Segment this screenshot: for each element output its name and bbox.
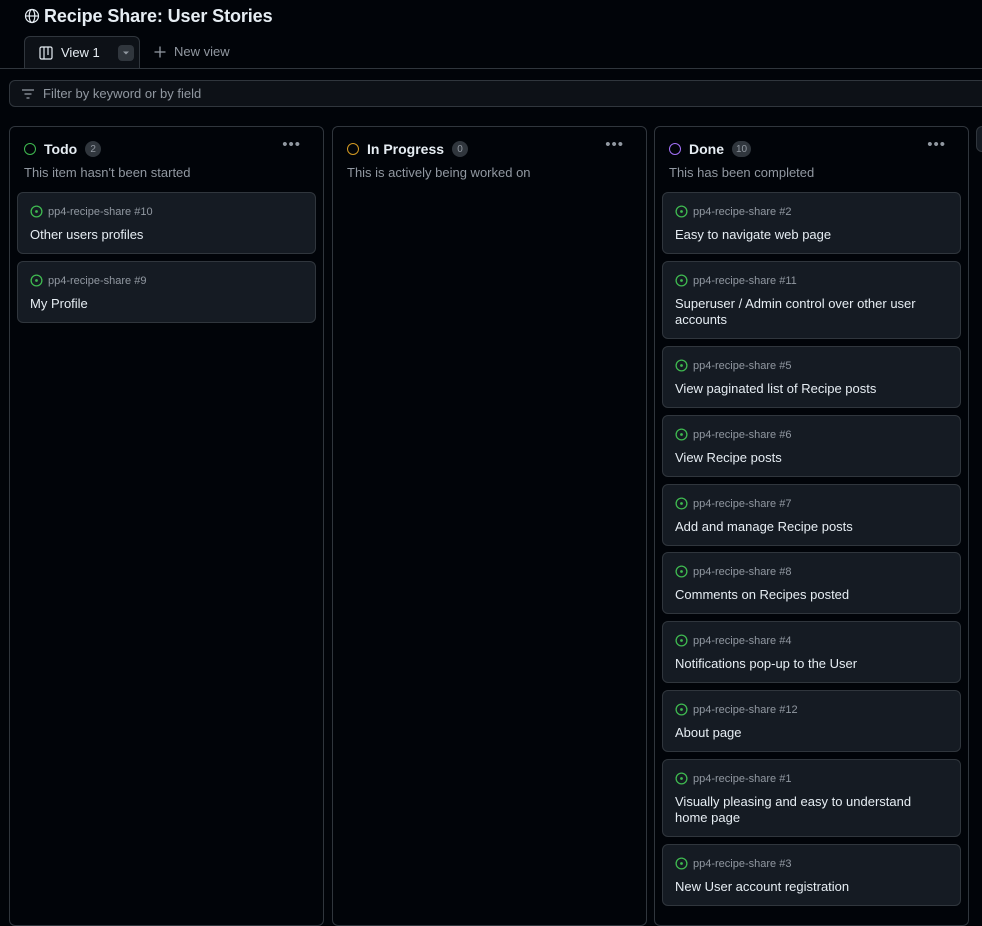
card[interactable]: pp4-recipe-share #5 View paginated list …: [662, 346, 961, 408]
issue-reference: pp4-recipe-share #6: [693, 428, 792, 441]
open-issue-icon: [675, 703, 688, 716]
plus-icon: [154, 46, 166, 58]
open-issue-icon: [675, 274, 688, 287]
column-count-badge: 0: [452, 141, 469, 157]
chevron-down-icon: [122, 51, 129, 54]
card-title[interactable]: View paginated list of Recipe posts: [675, 381, 946, 397]
column-count-badge: 10: [732, 141, 752, 157]
card-title[interactable]: Easy to navigate web page: [675, 227, 946, 243]
card-title[interactable]: Add and manage Recipe posts: [675, 519, 946, 535]
column-description: This is actively being worked on: [347, 165, 531, 180]
issue-reference: pp4-recipe-share #10: [48, 205, 153, 218]
tab-options-dropdown[interactable]: [117, 44, 134, 61]
issue-reference: pp4-recipe-share #3: [693, 857, 792, 870]
column-options-icon[interactable]: •••: [927, 137, 946, 153]
globe-icon: [24, 8, 40, 24]
card-title[interactable]: Superuser / Admin control over other use…: [675, 296, 946, 328]
issue-reference: pp4-recipe-share #9: [48, 274, 147, 287]
column-todo: Todo 2 ••• This item hasn't been started…: [9, 126, 324, 926]
column-description: This item hasn't been started: [24, 165, 191, 180]
open-issue-icon: [675, 565, 688, 578]
column-title: Todo: [44, 141, 78, 157]
board-icon: [39, 45, 53, 60]
card[interactable]: pp4-recipe-share #3 New User account reg…: [662, 844, 961, 906]
card[interactable]: pp4-recipe-share #2 Easy to navigate web…: [662, 192, 961, 254]
page-title: Recipe Share: User Stories: [44, 5, 273, 26]
card-title[interactable]: My Profile: [30, 296, 301, 312]
project-header: Recipe Share: User Stories: [24, 5, 273, 27]
column-description: This has been completed: [669, 165, 815, 180]
tab-label: View 1: [61, 45, 100, 60]
open-issue-icon: [675, 634, 688, 647]
card[interactable]: pp4-recipe-share #4 Notifications pop-up…: [662, 621, 961, 683]
status-circle-icon: [347, 143, 359, 155]
card-title[interactable]: Comments on Recipes posted: [675, 587, 946, 603]
view-tabs: View 1 New view: [0, 36, 982, 69]
open-issue-icon: [675, 857, 688, 870]
column-title: Done: [689, 141, 724, 157]
issue-reference: pp4-recipe-share #11: [693, 274, 797, 287]
filter-bar: [9, 80, 982, 107]
tab-view-1[interactable]: View 1: [24, 36, 140, 68]
open-issue-icon: [675, 359, 688, 372]
card[interactable]: pp4-recipe-share #12 About page: [662, 690, 961, 752]
card[interactable]: pp4-recipe-share #9 My Profile: [17, 261, 316, 323]
column-count-badge: 2: [85, 141, 102, 157]
open-issue-icon: [675, 497, 688, 510]
next-column-edge: [976, 126, 982, 152]
issue-reference: pp4-recipe-share #4: [693, 634, 792, 647]
card-title[interactable]: Notifications pop-up to the User: [675, 656, 946, 672]
status-circle-icon: [669, 143, 681, 155]
open-issue-icon: [675, 428, 688, 441]
new-view-label: New view: [174, 44, 230, 59]
open-issue-icon: [30, 274, 43, 287]
open-issue-icon: [675, 772, 688, 785]
card-title[interactable]: New User account registration: [675, 879, 946, 895]
card-title[interactable]: Other users profiles: [30, 227, 301, 243]
issue-reference: pp4-recipe-share #1: [693, 772, 792, 785]
card[interactable]: pp4-recipe-share #11 Superuser / Admin c…: [662, 261, 961, 339]
open-issue-icon: [675, 205, 688, 218]
issue-reference: pp4-recipe-share #12: [693, 703, 798, 716]
issue-reference: pp4-recipe-share #2: [693, 205, 792, 218]
issue-reference: pp4-recipe-share #7: [693, 497, 792, 510]
open-issue-icon: [30, 205, 43, 218]
card-title[interactable]: Visually pleasing and easy to understand…: [675, 794, 946, 826]
card[interactable]: pp4-recipe-share #7 Add and manage Recip…: [662, 484, 961, 546]
card[interactable]: pp4-recipe-share #10 Other users profile…: [17, 192, 316, 254]
column-done: Done 10 ••• This has been completed pp4-…: [654, 126, 969, 926]
new-view-button[interactable]: New view: [154, 44, 230, 59]
card[interactable]: pp4-recipe-share #6 View Recipe posts: [662, 415, 961, 477]
card-title[interactable]: About page: [675, 725, 946, 741]
card-title[interactable]: View Recipe posts: [675, 450, 946, 466]
status-circle-icon: [24, 143, 36, 155]
issue-reference: pp4-recipe-share #5: [693, 359, 792, 372]
column-options-icon[interactable]: •••: [282, 137, 301, 153]
column-options-icon[interactable]: •••: [605, 137, 624, 153]
column-in-progress: In Progress 0 ••• This is actively being…: [332, 126, 647, 926]
filter-icon: [21, 88, 35, 100]
issue-reference: pp4-recipe-share #8: [693, 565, 792, 578]
column-title: In Progress: [367, 141, 445, 157]
filter-input[interactable]: [43, 86, 443, 101]
card[interactable]: pp4-recipe-share #1 Visually pleasing an…: [662, 759, 961, 837]
card[interactable]: pp4-recipe-share #8 Comments on Recipes …: [662, 552, 961, 614]
